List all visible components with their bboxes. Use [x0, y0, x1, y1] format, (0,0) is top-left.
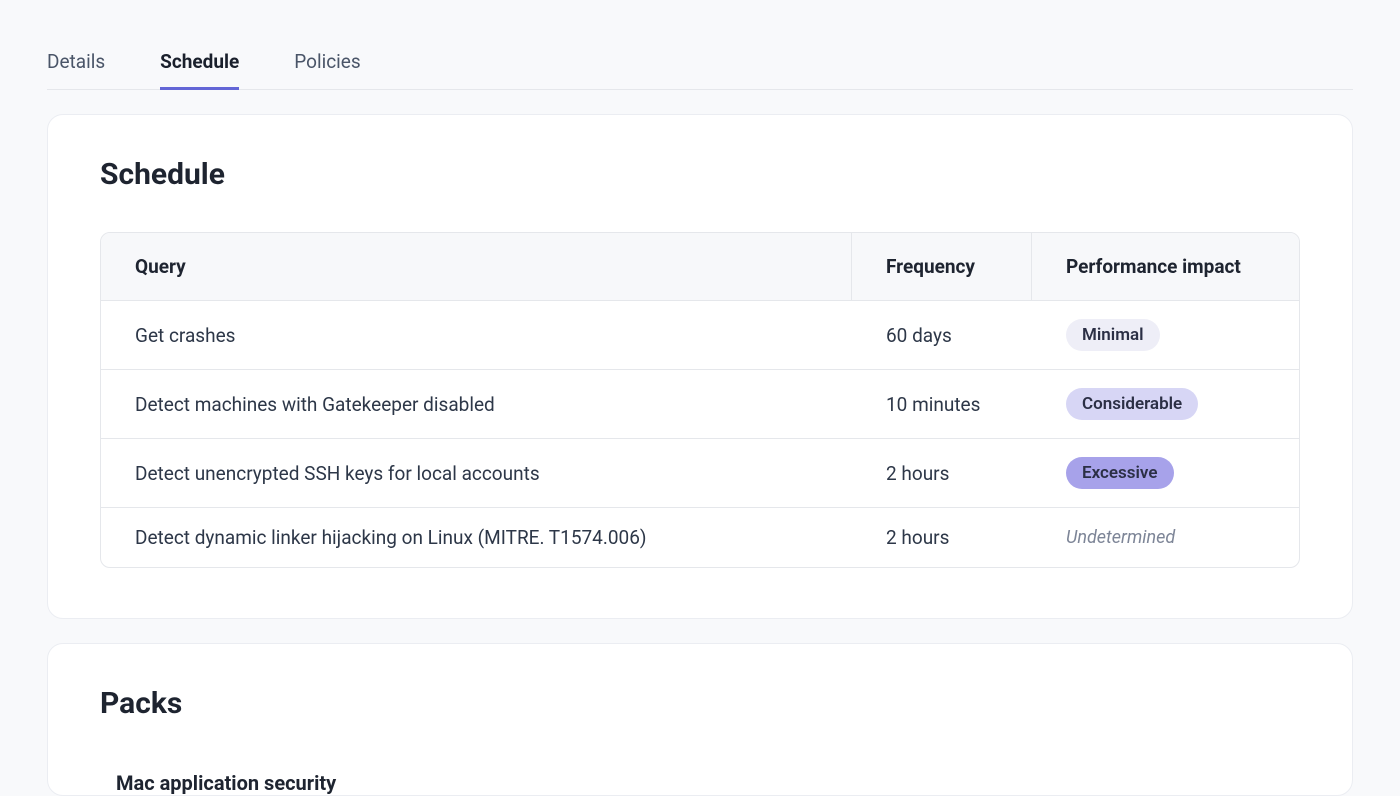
- schedule-title: Schedule: [100, 157, 1300, 192]
- cell-impact: Excessive: [1031, 439, 1299, 507]
- tab-details[interactable]: Details: [47, 50, 105, 89]
- table-row[interactable]: Get crashes 60 days Minimal: [101, 300, 1299, 369]
- cell-query: Detect dynamic linker hijacking on Linux…: [101, 508, 851, 567]
- schedule-card: Schedule Query Frequency Performance imp…: [47, 114, 1353, 619]
- impact-badge: Minimal: [1066, 319, 1160, 351]
- tab-schedule[interactable]: Schedule: [160, 50, 239, 89]
- impact-undetermined: Undetermined: [1066, 527, 1175, 548]
- col-header-frequency: Frequency: [851, 233, 1031, 300]
- tabs: Details Schedule Policies: [47, 50, 1353, 90]
- schedule-table: Query Frequency Performance impact Get c…: [100, 232, 1300, 568]
- packs-title: Packs: [100, 686, 1300, 721]
- table-row[interactable]: Detect unencrypted SSH keys for local ac…: [101, 438, 1299, 507]
- impact-badge: Excessive: [1066, 457, 1174, 489]
- cell-frequency: 2 hours: [851, 508, 1031, 567]
- cell-query: Detect unencrypted SSH keys for local ac…: [101, 439, 851, 507]
- packs-card: Packs Mac application security: [47, 643, 1353, 796]
- cell-query: Detect machines with Gatekeeper disabled: [101, 370, 851, 438]
- cell-impact: Minimal: [1031, 301, 1299, 369]
- cell-frequency: 2 hours: [851, 439, 1031, 507]
- col-header-query: Query: [101, 233, 851, 300]
- col-header-impact: Performance impact: [1031, 233, 1299, 300]
- pack-item[interactable]: Mac application security: [100, 761, 1300, 795]
- table-row[interactable]: Detect machines with Gatekeeper disabled…: [101, 369, 1299, 438]
- cell-query: Get crashes: [101, 301, 851, 369]
- cell-frequency: 60 days: [851, 301, 1031, 369]
- table-header: Query Frequency Performance impact: [101, 233, 1299, 300]
- cell-impact: Considerable: [1031, 370, 1299, 438]
- impact-badge: Considerable: [1066, 388, 1198, 420]
- cell-frequency: 10 minutes: [851, 370, 1031, 438]
- cell-impact: Undetermined: [1031, 508, 1299, 567]
- table-row[interactable]: Detect dynamic linker hijacking on Linux…: [101, 507, 1299, 567]
- tab-policies[interactable]: Policies: [294, 50, 360, 89]
